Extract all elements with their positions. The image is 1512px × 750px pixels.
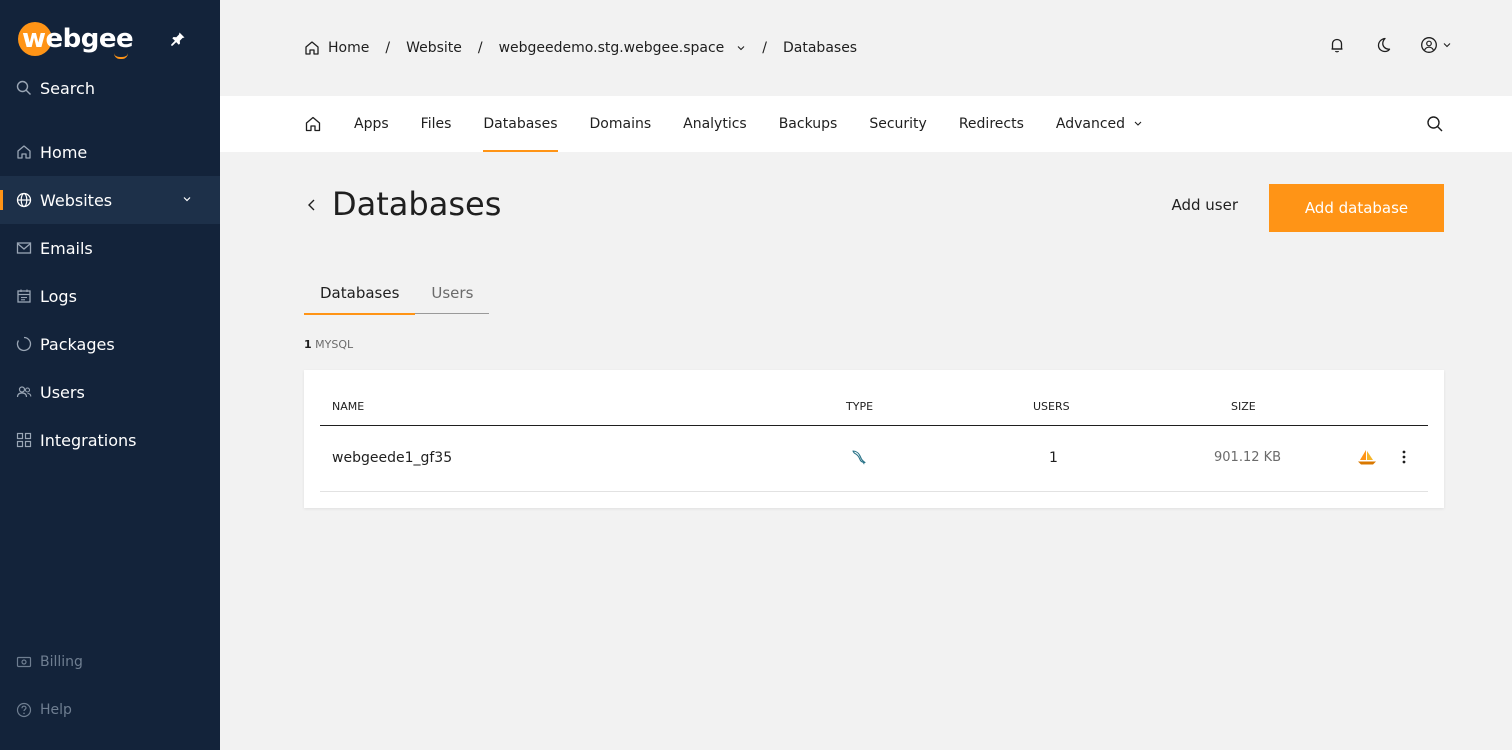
- database-size: 901.12 KB: [1214, 450, 1282, 465]
- database-name[interactable]: webgeede1_gf35: [332, 450, 452, 466]
- more-vertical-icon[interactable]: [1394, 448, 1414, 466]
- column-header-users: USERS: [1033, 400, 1070, 413]
- table-header: NAME TYPE USERS SIZE: [320, 390, 1428, 426]
- chevron-down-icon: [1442, 40, 1452, 50]
- logo-text: webgee: [22, 24, 134, 54]
- breadcrumb-separator: /: [477, 40, 483, 56]
- column-header-size: SIZE: [1231, 400, 1256, 413]
- users-icon: [16, 384, 32, 400]
- back-chevron-icon[interactable]: [304, 196, 320, 214]
- add-database-button[interactable]: Add database: [1269, 184, 1444, 232]
- tab-backups[interactable]: Backups: [779, 96, 838, 152]
- sidebar: webgee Search Home Websites Emails Logs …: [0, 0, 220, 750]
- tab-analytics[interactable]: Analytics: [683, 96, 747, 152]
- chevron-down-icon: [1133, 119, 1143, 129]
- sidebar-search-label: Search: [40, 78, 95, 98]
- home-icon: [304, 115, 322, 133]
- sidebar-search[interactable]: Search: [16, 76, 95, 100]
- help-label: Help: [40, 702, 72, 718]
- databases-table-card: NAME TYPE USERS SIZE webgeede1_gf35 1 90…: [304, 370, 1444, 508]
- subtab-users[interactable]: Users: [415, 272, 489, 314]
- subtab-databases[interactable]: Databases: [304, 272, 416, 315]
- mysql-dolphin-icon: [850, 448, 868, 466]
- top-header: Home / Website / webgeedemo.stg.webgee.s…: [220, 0, 1512, 96]
- tab-files[interactable]: Files: [421, 96, 452, 152]
- sidebar-item-websites[interactable]: Websites: [0, 176, 220, 224]
- databases-subtabs: Databases Users: [304, 272, 490, 315]
- tab-list: Apps Files Databases Domains Analytics B…: [304, 96, 1175, 152]
- page-title: Databases: [332, 185, 502, 223]
- sidebar-item-label: Emails: [40, 238, 93, 258]
- home-icon: [304, 40, 320, 56]
- calendar-icon: [16, 288, 32, 304]
- account-menu[interactable]: [1420, 36, 1452, 54]
- bell-icon[interactable]: [1328, 36, 1346, 54]
- tab-domains[interactable]: Domains: [590, 96, 652, 152]
- sidebar-item-help[interactable]: Help: [0, 686, 220, 734]
- billing-label: Billing: [40, 654, 83, 670]
- add-user-button[interactable]: Add user: [1171, 196, 1238, 214]
- sidebar-item-label: Packages: [40, 334, 115, 354]
- circle-icon: [16, 336, 32, 352]
- breadcrumb-domain-label: webgeedemo.stg.webgee.space: [498, 40, 725, 56]
- webgee-logo[interactable]: webgee: [18, 18, 148, 60]
- home-icon: [16, 144, 32, 160]
- tab-security[interactable]: Security: [869, 96, 927, 152]
- breadcrumb-website[interactable]: Website: [406, 40, 462, 56]
- breadcrumb-current: Databases: [783, 40, 858, 56]
- help-icon: [16, 702, 32, 718]
- table-row[interactable]: webgeede1_gf35 1 901.12 KB: [320, 426, 1428, 492]
- mail-icon: [16, 240, 32, 256]
- sidebar-item-emails[interactable]: Emails: [0, 224, 220, 272]
- sidebar-item-packages[interactable]: Packages: [0, 320, 220, 368]
- database-type-label: MYSQL: [315, 338, 354, 351]
- grid-icon: [16, 432, 32, 448]
- sidebar-item-label: Logs: [40, 286, 77, 306]
- sidebar-item-home[interactable]: Home: [0, 128, 220, 176]
- tab-databases[interactable]: Databases: [483, 96, 558, 152]
- billing-icon: [16, 654, 32, 670]
- sidebar-item-label: Users: [40, 382, 85, 402]
- sidebar-item-users[interactable]: Users: [0, 368, 220, 416]
- sidebar-item-label: Home: [40, 142, 88, 162]
- sidebar-item-integrations[interactable]: Integrations: [0, 416, 220, 464]
- page-header: Databases Add user Add database: [304, 184, 1444, 232]
- tab-advanced-label: Advanced: [1055, 116, 1126, 132]
- column-header-name[interactable]: NAME: [332, 400, 364, 413]
- search-icon: [16, 80, 32, 96]
- sidebar-item-label: Websites: [40, 190, 113, 210]
- header-actions: [1328, 36, 1452, 54]
- breadcrumb-separator: /: [385, 40, 391, 56]
- tab-redirects[interactable]: Redirects: [959, 96, 1024, 152]
- sidebar-item-label: Integrations: [40, 430, 137, 450]
- breadcrumb-home-label: Home: [328, 40, 370, 56]
- tab-advanced[interactable]: Advanced: [1056, 96, 1143, 152]
- user-circle-icon: [1420, 36, 1438, 54]
- sidebar-item-logs[interactable]: Logs: [0, 272, 220, 320]
- chevron-down-icon: [736, 43, 746, 53]
- database-count: 1: [304, 338, 312, 351]
- breadcrumb: Home / Website / webgeedemo.stg.webgee.s…: [304, 36, 857, 60]
- globe-icon: [16, 192, 32, 208]
- breadcrumb-separator: /: [762, 40, 767, 56]
- section-tabs: Apps Files Databases Domains Analytics B…: [220, 96, 1512, 152]
- sidebar-nav: Home Websites Emails Logs Packages Users…: [0, 128, 220, 464]
- breadcrumb-domain[interactable]: webgeedemo.stg.webgee.space: [499, 40, 747, 56]
- tab-home[interactable]: [304, 96, 322, 152]
- chevron-down-icon[interactable]: [182, 194, 192, 204]
- column-header-type: TYPE: [846, 400, 874, 413]
- breadcrumb-home[interactable]: Home: [304, 40, 369, 56]
- search-icon[interactable]: [1426, 115, 1444, 133]
- logo-smile: [114, 53, 128, 59]
- database-users-count: 1: [1049, 450, 1058, 466]
- tab-apps[interactable]: Apps: [354, 96, 389, 152]
- database-count-summary: 1 MYSQL: [304, 338, 353, 351]
- moon-icon[interactable]: [1374, 36, 1392, 54]
- sidebar-item-billing[interactable]: Billing: [0, 638, 220, 686]
- pin-icon[interactable]: [170, 31, 186, 47]
- phpmyadmin-sailboat-icon[interactable]: [1356, 448, 1378, 466]
